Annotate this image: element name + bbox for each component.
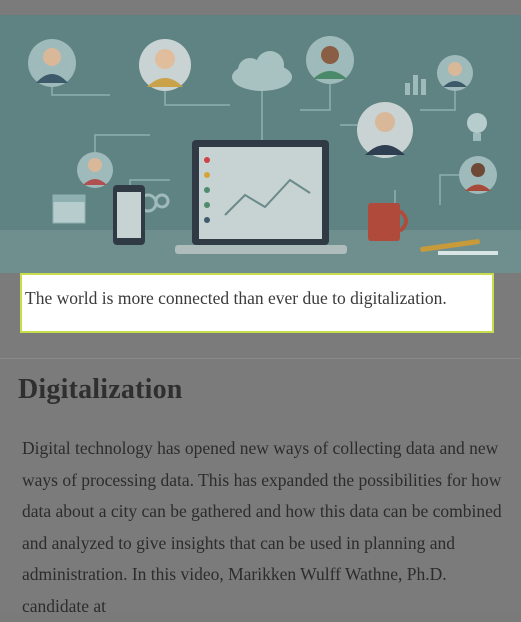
person-avatar-icon <box>77 152 113 188</box>
article-body: Digital technology has opened new ways o… <box>22 438 502 616</box>
connected-world-illustration <box>0 15 521 273</box>
person-avatar-icon <box>437 55 473 91</box>
person-avatar-icon <box>139 39 191 91</box>
calendar-icon <box>52 194 86 224</box>
smartphone-icon <box>113 185 145 245</box>
image-caption: The world is more connected than ever du… <box>20 273 494 333</box>
laptop-icon <box>175 140 347 254</box>
person-avatar-icon <box>306 36 354 84</box>
article-title: Digitalization <box>18 374 183 405</box>
person-avatar-icon <box>459 156 497 194</box>
page-background: The world is more connected than ever du… <box>0 0 521 616</box>
section-divider <box>0 358 521 359</box>
person-avatar-icon <box>357 102 413 158</box>
person-avatar-icon <box>28 39 76 87</box>
hero-illustration <box>0 15 521 273</box>
